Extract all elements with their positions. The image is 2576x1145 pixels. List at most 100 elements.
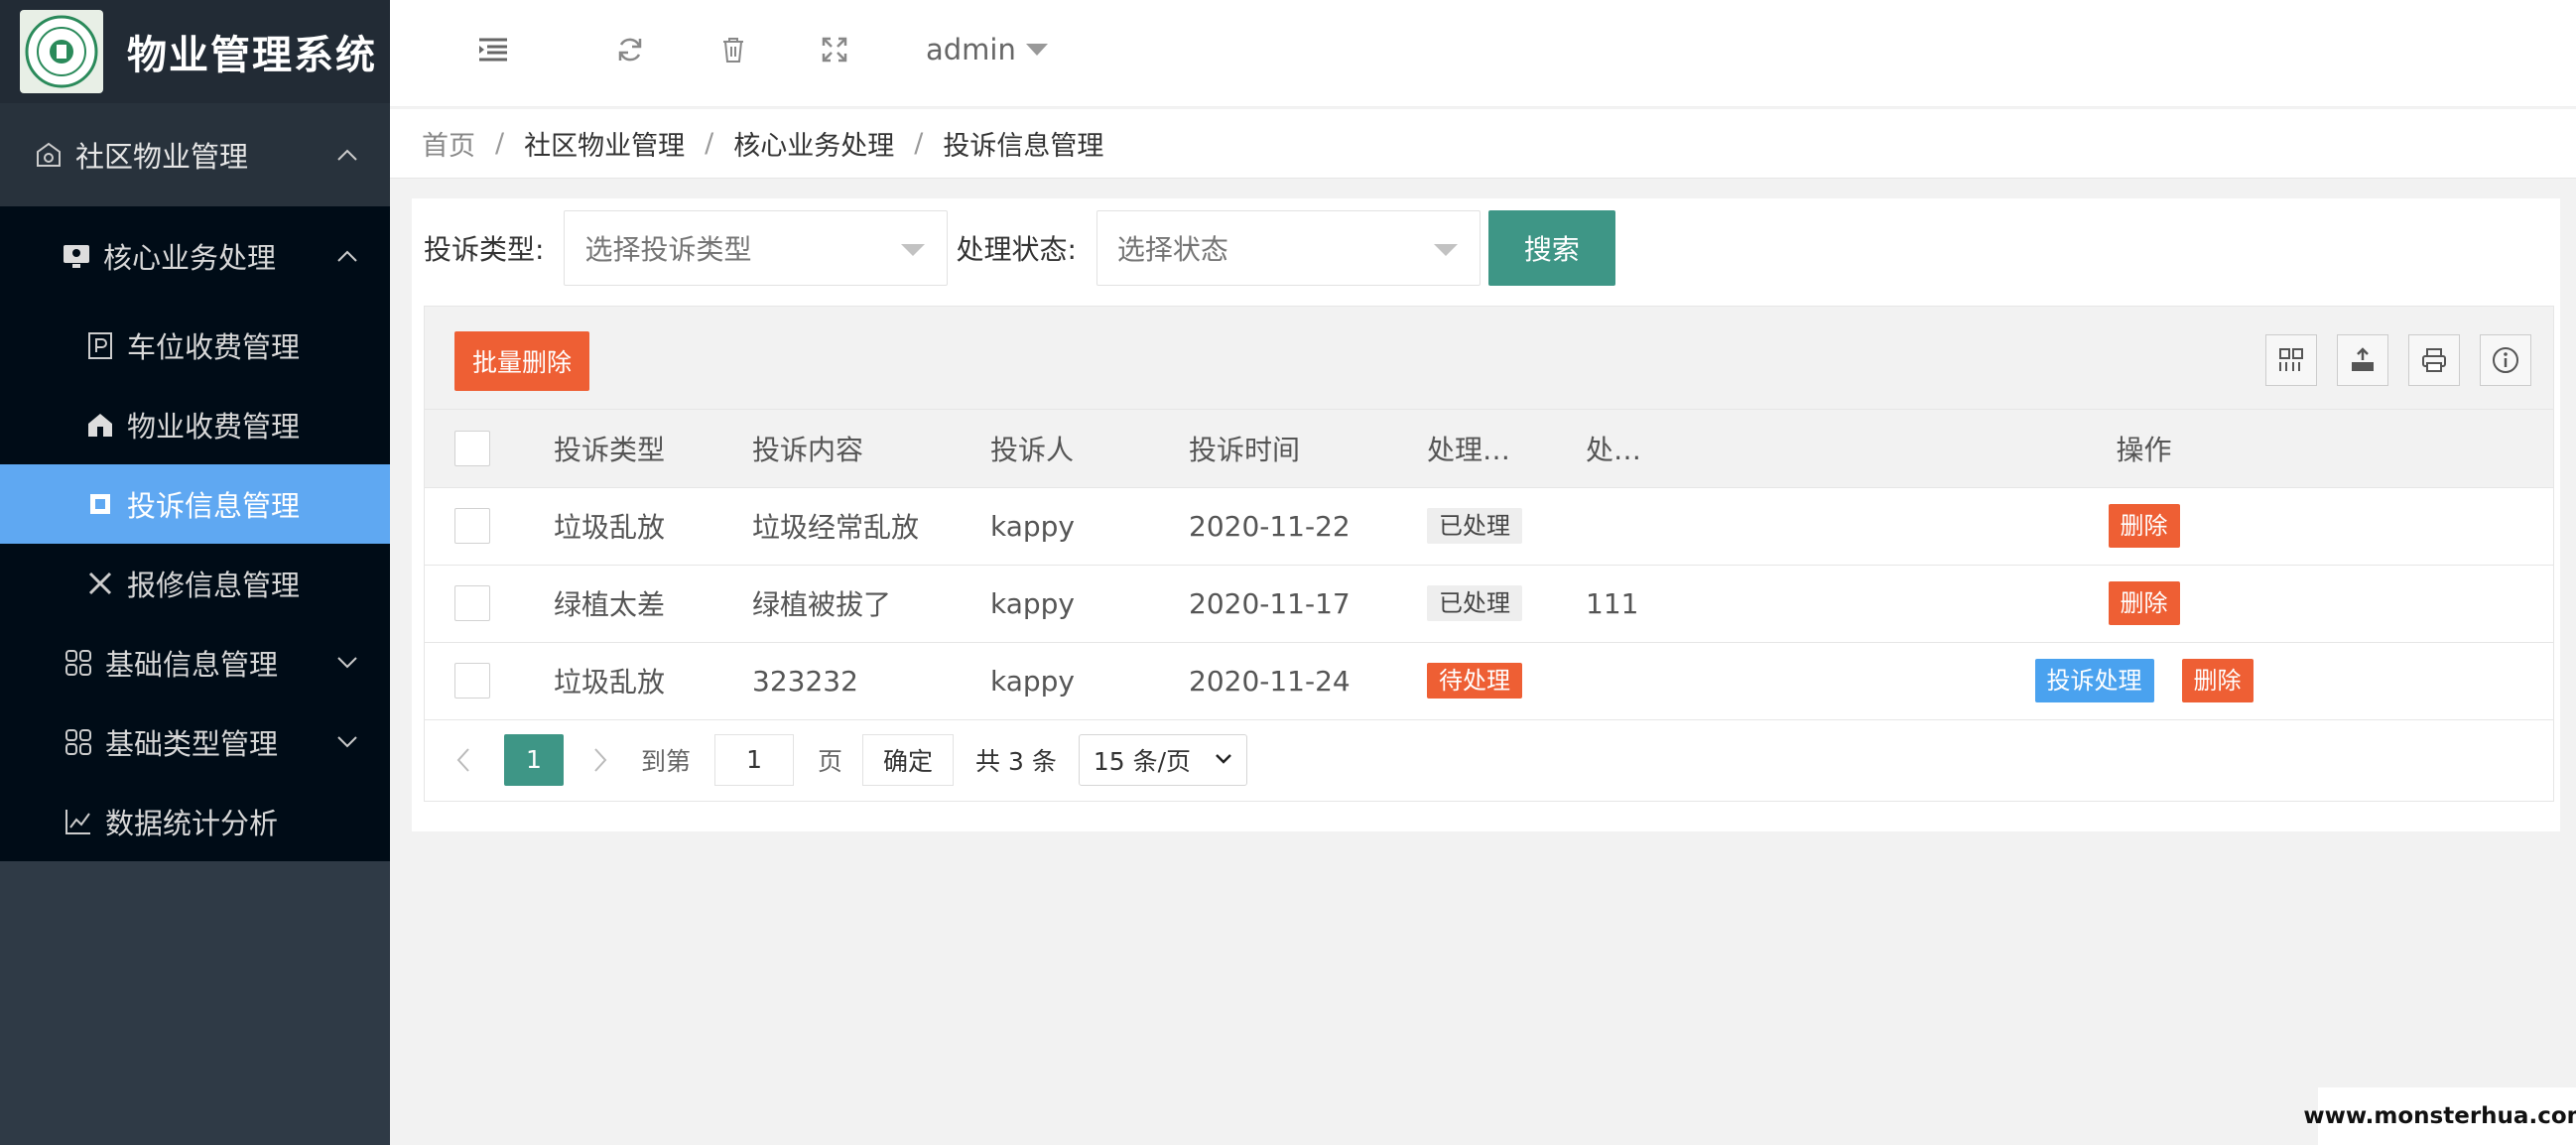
- column-header[interactable]: 投诉时间: [1189, 410, 1427, 488]
- page-unit-label: 页: [818, 746, 843, 776]
- row-select-cell: [425, 565, 554, 643]
- info-icon[interactable]: [2480, 334, 2531, 386]
- batch-delete-button[interactable]: 批量删除: [454, 331, 589, 391]
- column-header[interactable]: 投诉内容: [752, 410, 990, 488]
- next-page-icon[interactable]: [589, 745, 611, 775]
- goto-page-input[interactable]: 1: [714, 733, 795, 786]
- house-icon: [85, 410, 115, 440]
- watermark: www.monsterhua.com: [2303, 1087, 2576, 1145]
- page-size-value: 15 条/页: [1093, 746, 1192, 776]
- print-icon[interactable]: [2408, 334, 2460, 386]
- chevron-down-icon: [337, 736, 357, 748]
- breadcrumb: 首页 / 社区物业管理 / 核心业务处理 / 投诉信息管理: [390, 109, 2576, 179]
- breadcrumb-item[interactable]: 社区物业管理: [524, 124, 685, 163]
- columns-filter-icon[interactable]: [2265, 334, 2317, 386]
- refresh-icon[interactable]: [610, 30, 650, 69]
- menu-label: 核心业务处理: [103, 241, 277, 275]
- menu-label: 物业收费管理: [127, 410, 301, 444]
- sidebar: 物业管理系统 社区物业管理 核心业务处理 车位收费管理 物业收费管理 投诉信息管…: [0, 0, 390, 1145]
- cell-actions: 删除: [1735, 565, 2553, 643]
- menu-label: 基础信息管理: [105, 648, 279, 682]
- menu-nested: 核心业务处理 车位收费管理 物业收费管理 投诉信息管理 报修信息管理 基础信息管…: [0, 206, 390, 861]
- app-title: 物业管理系统: [127, 33, 377, 78]
- main-card: 投诉类型: 选择投诉类型 处理状态: 选择状态 搜索 批量删除 投诉类型 投诉内…: [412, 198, 2560, 831]
- row-select-cell: [425, 642, 554, 720]
- dropdown-arrow-icon: [1433, 244, 1458, 256]
- breadcrumb-separator: /: [914, 128, 924, 159]
- cell-status: 待处理: [1427, 642, 1586, 720]
- complaint-type-select[interactable]: 选择投诉类型: [564, 210, 949, 286]
- column-header[interactable]: 投诉人: [990, 410, 1189, 488]
- monitor-icon: [62, 241, 91, 271]
- row-checkbox[interactable]: [454, 663, 490, 699]
- table-header-row: 投诉类型 投诉内容 投诉人 投诉时间 处理… 处… 操作: [425, 410, 2553, 488]
- row-checkbox[interactable]: [454, 585, 490, 621]
- menu-label: 投诉信息管理: [127, 489, 301, 523]
- breadcrumb-separator: /: [495, 128, 505, 159]
- menu-community-management[interactable]: 社区物业管理: [0, 103, 390, 206]
- dropdown-arrow-icon: [901, 244, 926, 256]
- status-label: 处理状态:: [956, 233, 1077, 266]
- chevron-down-icon: [1215, 753, 1231, 764]
- tools-icon: [85, 569, 115, 598]
- goto-confirm-button[interactable]: 确定: [862, 733, 955, 786]
- menu-basic-info[interactable]: 基础信息管理: [0, 623, 390, 702]
- caret-down-icon: [1025, 44, 1048, 56]
- select-all-checkbox[interactable]: [454, 430, 490, 466]
- menu-label: 社区物业管理: [75, 140, 249, 174]
- top-header: admin: [390, 0, 2576, 107]
- column-header[interactable]: 处理…: [1427, 410, 1586, 488]
- row-checkbox[interactable]: [454, 508, 490, 544]
- table-row: 绿植太差 绿植被拔了 kappy 2020-11-17 已处理 111 删除: [425, 565, 2553, 643]
- search-button[interactable]: 搜索: [1487, 210, 1615, 286]
- delete-button[interactable]: 删除: [2108, 581, 2180, 625]
- cell-result: 111: [1586, 565, 1735, 643]
- status-badge: 已处理: [1427, 508, 1522, 544]
- cell-status: 已处理: [1427, 487, 1586, 566]
- export-icon[interactable]: [2337, 334, 2388, 386]
- university-logo: [20, 10, 103, 93]
- cell-actions: 删除: [1735, 487, 2553, 566]
- prev-page-icon[interactable]: [452, 745, 474, 775]
- menu-core-business[interactable]: 核心业务处理: [0, 206, 390, 306]
- cell-result: [1586, 642, 1735, 720]
- column-header[interactable]: 投诉类型: [554, 410, 752, 488]
- breadcrumb-home[interactable]: 首页: [422, 124, 475, 163]
- collapse-menu-icon[interactable]: [473, 30, 513, 69]
- user-menu[interactable]: admin: [926, 30, 1048, 69]
- cell-actions: 投诉处理 删除: [1735, 642, 2553, 720]
- menu-repair-info[interactable]: 报修信息管理: [0, 544, 390, 623]
- menu-parking-fee[interactable]: 车位收费管理: [0, 306, 390, 385]
- cell-content: 323232: [752, 642, 990, 720]
- table-toolbar: 批量删除: [425, 307, 2553, 410]
- cell-person: kappy: [990, 565, 1189, 643]
- complaint-type-label: 投诉类型:: [424, 233, 545, 266]
- status-badge: 待处理: [1427, 663, 1522, 699]
- cell-person: kappy: [990, 642, 1189, 720]
- grid-icon: [64, 727, 93, 757]
- menu-property-fee[interactable]: 物业收费管理: [0, 385, 390, 464]
- cell-time: 2020-11-22: [1189, 487, 1427, 566]
- cell-time: 2020-11-17: [1189, 565, 1427, 643]
- delete-button[interactable]: 删除: [2108, 504, 2180, 548]
- column-header[interactable]: 处…: [1586, 410, 1735, 488]
- current-page[interactable]: 1: [504, 733, 564, 786]
- table-row: 垃圾乱放 垃圾经常乱放 kappy 2020-11-22 已处理 删除: [425, 487, 2553, 566]
- page-size-select[interactable]: 15 条/页: [1078, 733, 1247, 786]
- fullscreen-icon[interactable]: [815, 30, 854, 69]
- delete-button[interactable]: 删除: [2181, 659, 2254, 702]
- handle-complaint-button[interactable]: 投诉处理: [2034, 659, 2154, 702]
- breadcrumb-item[interactable]: 核心业务处理: [733, 124, 894, 163]
- select-placeholder: 选择投诉类型: [584, 233, 752, 266]
- row-select-cell: [425, 487, 554, 566]
- trash-icon[interactable]: [713, 30, 753, 69]
- status-select[interactable]: 选择状态: [1095, 210, 1481, 286]
- parking-icon: [85, 330, 115, 360]
- menu-statistics[interactable]: 数据统计分析: [0, 782, 390, 861]
- grid-icon: [64, 648, 93, 678]
- username: admin: [926, 33, 1016, 66]
- menu-complaint-info[interactable]: 投诉信息管理: [0, 464, 390, 544]
- menu-basic-type[interactable]: 基础类型管理: [0, 702, 390, 782]
- status-badge: 已处理: [1427, 585, 1522, 621]
- cell-type: 垃圾乱放: [554, 642, 752, 720]
